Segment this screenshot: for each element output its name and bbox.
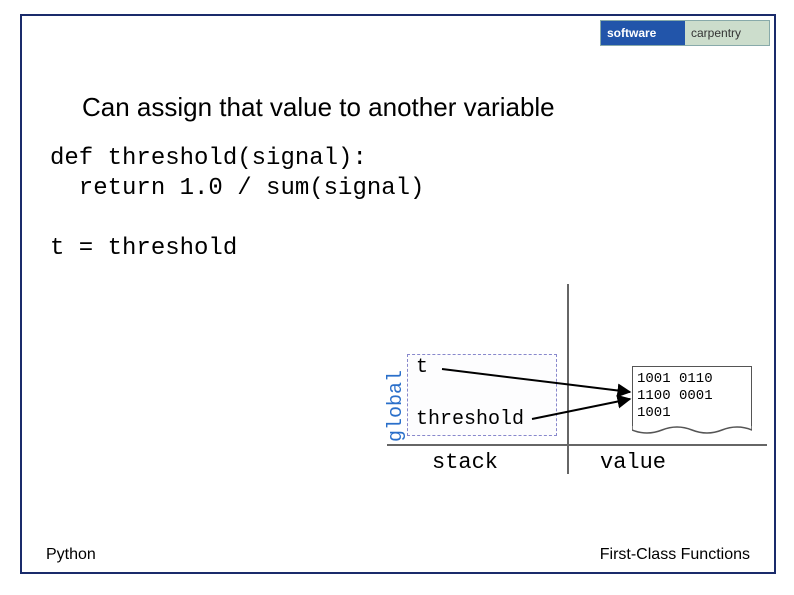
code-assign: t = threshold: [50, 234, 237, 264]
divider-horizontal: [387, 444, 767, 446]
logo-left: software: [601, 21, 685, 45]
torn-edge: [632, 426, 752, 436]
slide-title: Can assign that value to another variabl…: [82, 92, 555, 123]
value-bits-box: 1001 0110 1100 0001 1001: [632, 366, 752, 428]
logo-right: carpentry: [685, 21, 769, 45]
var-t: t: [416, 356, 428, 379]
code-return-line: return 1.0 / sum(signal): [50, 175, 424, 202]
footer-right: First-Class Functions: [600, 546, 750, 564]
scope-label: global: [385, 370, 408, 442]
memory-diagram: global t threshold 1001 0110 1100 0001 1…: [372, 284, 780, 484]
slide-frame: software carpentry Can assign that value…: [20, 14, 776, 574]
code-def: def threshold(signal): return 1.0 / sum(…: [50, 144, 424, 204]
software-carpentry-logo: software carpentry: [600, 20, 770, 46]
footer-left: Python: [46, 546, 96, 564]
stack-label: stack: [432, 450, 498, 475]
value-label: value: [600, 450, 666, 475]
var-threshold: threshold: [416, 408, 524, 431]
code-def-line: def threshold(signal):: [50, 145, 367, 172]
